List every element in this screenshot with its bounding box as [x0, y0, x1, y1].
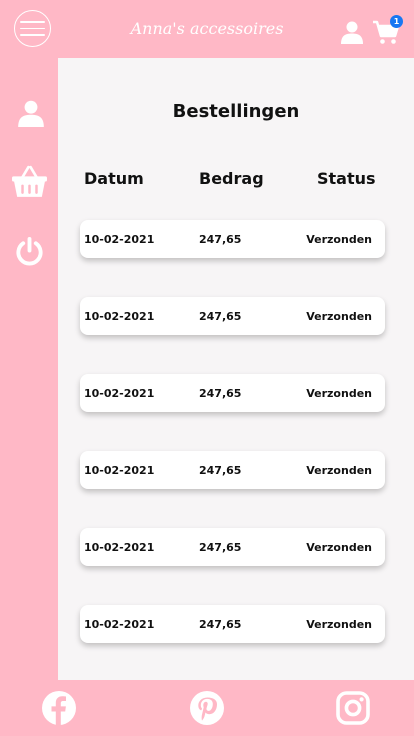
- order-row[interactable]: 10-02-2021 247,65 Verzonden: [80, 451, 385, 489]
- user-icon[interactable]: [17, 99, 45, 127]
- basket-icon[interactable]: [11, 165, 48, 198]
- order-date: 10-02-2021: [84, 233, 155, 246]
- order-amount: 247,65: [199, 618, 242, 631]
- order-row[interactable]: 10-02-2021 247,65 Verzonden: [80, 605, 385, 643]
- facebook-icon[interactable]: [42, 691, 76, 725]
- cart-count-badge: 1: [390, 15, 403, 28]
- column-header-status: Status: [317, 169, 376, 188]
- order-amount: 247,65: [199, 310, 242, 323]
- order-status: Verzonden: [306, 464, 372, 477]
- order-status: Verzonden: [306, 541, 372, 554]
- order-status: Verzonden: [306, 387, 372, 400]
- order-date: 10-02-2021: [84, 464, 155, 477]
- order-amount: 247,65: [199, 541, 242, 554]
- top-bar: Anna's accessoires 1: [0, 0, 414, 58]
- order-date: 10-02-2021: [84, 387, 155, 400]
- order-row[interactable]: 10-02-2021 247,65 Verzonden: [80, 220, 385, 258]
- order-row[interactable]: 10-02-2021 247,65 Verzonden: [80, 374, 385, 412]
- sidebar: [0, 58, 58, 680]
- order-amount: 247,65: [199, 233, 242, 246]
- order-amount: 247,65: [199, 464, 242, 477]
- order-amount: 247,65: [199, 387, 242, 400]
- order-row[interactable]: 10-02-2021 247,65 Verzonden: [80, 528, 385, 566]
- order-status: Verzonden: [306, 618, 372, 631]
- order-date: 10-02-2021: [84, 310, 155, 323]
- order-date: 10-02-2021: [84, 618, 155, 631]
- instagram-icon[interactable]: [336, 691, 370, 725]
- order-row[interactable]: 10-02-2021 247,65 Verzonden: [80, 297, 385, 335]
- column-header-amount: Bedrag: [199, 169, 264, 188]
- order-status: Verzonden: [306, 233, 372, 246]
- order-status: Verzonden: [306, 310, 372, 323]
- footer: [0, 680, 414, 736]
- pinterest-icon[interactable]: [190, 691, 224, 725]
- column-header-date: Datum: [84, 169, 144, 188]
- power-icon[interactable]: [14, 236, 45, 267]
- page-title: Bestellingen: [172, 101, 300, 122]
- user-icon[interactable]: [340, 20, 364, 44]
- order-date: 10-02-2021: [84, 541, 155, 554]
- orders-panel: Bestellingen Datum Bedrag Status 10-02-2…: [58, 58, 414, 680]
